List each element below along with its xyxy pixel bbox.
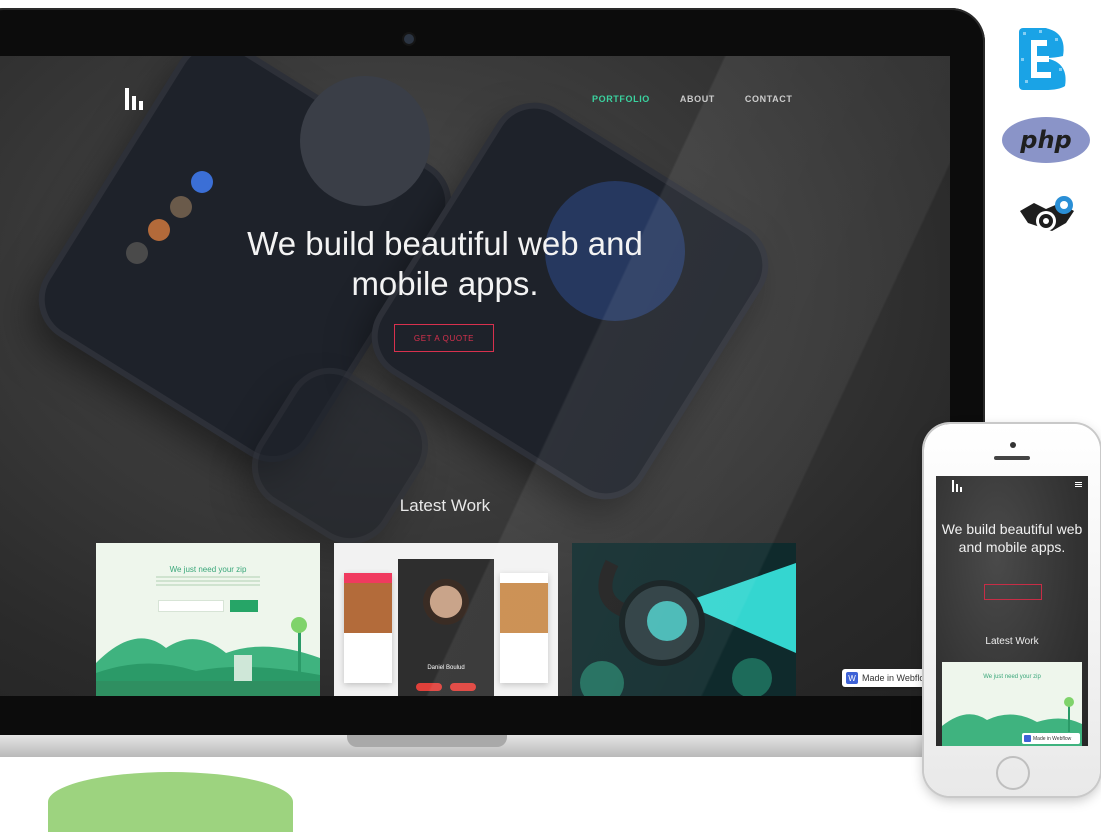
nav-portfolio[interactable]: PORTFOLIO <box>592 94 650 104</box>
laptop-opening-notch <box>347 735 507 747</box>
main-nav: PORTFOLIO ABOUT CONTACT <box>592 94 792 104</box>
hero-title: We build beautiful web and mobile apps. <box>247 225 643 302</box>
iphone-home-button[interactable] <box>996 756 1030 790</box>
php-label: php <box>1020 126 1072 154</box>
chef-name: Daniel Boulud <box>427 665 465 671</box>
portfolio-card-zip[interactable]: We just need your zip <box>96 543 320 696</box>
mobile-brand-logo-icon[interactable] <box>952 480 966 492</box>
robot-illustration <box>580 559 796 696</box>
background-decoration <box>300 76 430 206</box>
mobile-badge-label: Made in Webflow <box>1033 735 1072 742</box>
hamburger-menu-icon[interactable] <box>1075 482 1082 487</box>
nav-about[interactable]: ABOUT <box>680 94 715 104</box>
portfolio-card-chef[interactable]: Daniel Boulud <box>334 543 558 696</box>
chef-action-button[interactable] <box>450 683 476 691</box>
mobile-hero-title: We build beautiful web and mobile apps. <box>941 521 1083 555</box>
laptop-camera <box>404 34 414 44</box>
laptop-screen: PORTFOLIO ABOUT CONTACT We build beautif… <box>0 56 950 696</box>
background-decoration <box>48 772 293 832</box>
latest-work-title: Latest Work <box>399 496 491 515</box>
recipe-screen-left <box>344 573 392 683</box>
portfolio-card-robot[interactable] <box>572 543 796 696</box>
background-dot <box>148 219 170 241</box>
chef-profile-screen: Daniel Boulud <box>398 559 494 696</box>
mobile-portfolio-card[interactable]: We just need your zip Made in Webflow <box>942 662 1082 746</box>
badge-label: Made in Webflow <box>862 673 931 683</box>
iphone-speaker <box>994 456 1030 460</box>
background-dot <box>126 242 148 264</box>
laptop-frame: PORTFOLIO ABOUT CONTACT We build beautif… <box>0 8 985 743</box>
bootstrap-icon <box>1019 28 1066 90</box>
php-logo-icon: php <box>1002 117 1090 163</box>
brand-logo-icon[interactable] <box>125 86 153 110</box>
chef-photo <box>420 577 472 639</box>
mobile-latest-work-title: Latest Work <box>985 636 1039 647</box>
webflow-icon <box>1024 735 1031 742</box>
landscape-illustration <box>96 617 320 696</box>
iphone-camera <box>1010 442 1016 448</box>
made-in-webflow-badge[interactable]: W Made in Webflow <box>842 669 934 687</box>
background-dot <box>170 196 192 218</box>
handshake-gear-icon <box>1020 196 1074 231</box>
nav-contact[interactable]: CONTACT <box>745 94 793 104</box>
webflow-icon: W <box>846 672 858 684</box>
chef-action-button[interactable] <box>416 683 442 691</box>
mobile-get-a-quote-button[interactable] <box>984 584 1042 600</box>
mobile-made-in-webflow-badge[interactable]: Made in Webflow <box>1022 733 1080 744</box>
recipe-screen-right <box>500 573 548 683</box>
iphone-screen: We build beautiful web and mobile apps. … <box>936 476 1088 746</box>
background-dot <box>191 171 213 193</box>
iphone-frame: We build beautiful web and mobile apps. … <box>924 424 1100 796</box>
get-a-quote-button[interactable]: GET A QUOTE <box>394 324 494 352</box>
